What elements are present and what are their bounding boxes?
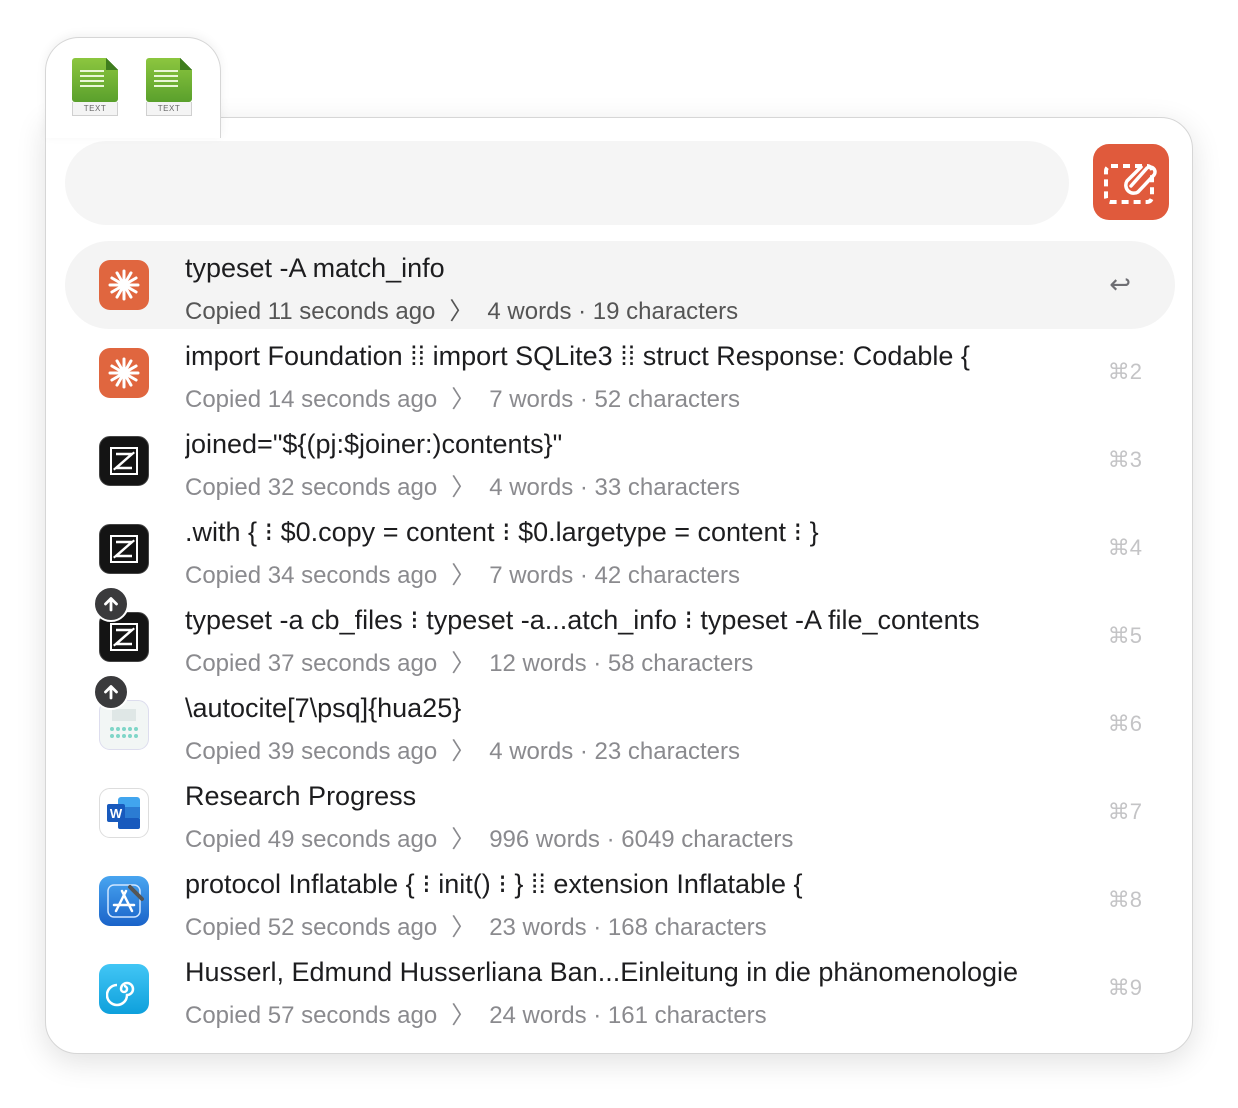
claude-icon: [99, 260, 149, 310]
copied-time: Copied 32 seconds ago: [185, 474, 438, 501]
clip-stats: 4 words · 33 characters: [489, 474, 740, 501]
clip-title: typeset -a cb_files ⁝ typeset -a...atch_…: [185, 605, 980, 635]
text-document-icon[interactable]: TEXT: [72, 58, 118, 116]
return-key-icon: ↩: [1109, 269, 1131, 299]
paste-action-button[interactable]: [1093, 144, 1169, 220]
chevron-right-icon: 〉: [451, 562, 476, 589]
clipboard-row[interactable]: \autocite[7\psq]{hua25} Copied 39 seconds…: [65, 674, 1175, 769]
clip-meta: Copied 14 seconds ago 〉 7 words · 52 chara…: [185, 379, 740, 414]
clipboard-row[interactable]: protocol Inflatable { ⁝ init() ⁝ } ⁞⁞ ex…: [65, 857, 1175, 945]
clip-meta: Copied 37 seconds ago 〉 12 words · 58 char…: [185, 643, 753, 678]
keyboard-shortcut: ⌘9: [1107, 975, 1142, 1000]
keyboard-shortcut: ⌘3: [1107, 447, 1142, 472]
clip-meta: Copied 39 seconds ago 〉 4 words · 23 chara…: [185, 731, 740, 766]
clipboard-row[interactable]: typeset -A match_info Copied 11 seconds a…: [65, 241, 1175, 329]
clip-stats: 7 words · 52 characters: [489, 386, 740, 413]
clipboard-list: typeset -A match_info Copied 11 seconds a…: [65, 241, 1175, 1033]
clipboard-row[interactable]: W Research Progress Copied 49 seconds ago 〉…: [65, 769, 1175, 857]
clip-stats: 4 words · 23 characters: [489, 738, 740, 765]
file-preview-tab: TEXT TEXT: [45, 37, 221, 138]
copied-time: Copied 52 seconds ago: [185, 914, 438, 941]
keyboard-shortcut: ⌘5: [1107, 623, 1142, 648]
keyboard-shortcut: ⌘8: [1107, 887, 1142, 912]
chevron-right-icon: 〉: [451, 650, 476, 677]
xcode-icon: [99, 876, 149, 926]
clip-title: import Foundation ⁞⁞ import SQLite3 ⁞⁞ s…: [185, 341, 970, 371]
copied-time: Copied 14 seconds ago: [185, 386, 438, 413]
clip-title: Research Progress: [185, 781, 417, 811]
clip-title: typeset -A match_info: [185, 253, 445, 283]
copied-time: Copied 39 seconds ago: [185, 738, 438, 765]
clip-meta: Copied 57 seconds ago 〉 24 words · 161 cha…: [185, 995, 767, 1030]
copied-time: Copied 34 seconds ago: [185, 562, 438, 589]
file-type-label: TEXT: [146, 102, 192, 116]
clip-title: \autocite[7\psq]{hua25}: [185, 693, 462, 723]
arrow-up-icon: [93, 674, 129, 710]
chevron-right-icon: 〉: [451, 474, 476, 501]
text-document-icon[interactable]: TEXT: [146, 58, 192, 116]
svg-text:W: W: [110, 806, 123, 821]
nautilus-notes-icon: [99, 964, 149, 1014]
clip-title: joined="${(pj:$joiner:)contents}": [185, 429, 563, 459]
clipboard-row[interactable]: joined="${(pj:$joiner:)contents}" Copied …: [65, 417, 1175, 505]
arrow-up-icon: [93, 586, 129, 622]
chevron-right-icon: 〉: [451, 1002, 476, 1029]
keyboard-shortcut: ⌘4: [1107, 535, 1142, 560]
clip-stats: 7 words · 42 characters: [489, 562, 740, 589]
word-icon: W: [99, 788, 149, 838]
search-input[interactable]: [65, 141, 1069, 225]
chevron-right-icon: 〉: [451, 738, 476, 765]
keyboard-shortcut: ⌘7: [1107, 799, 1142, 824]
chevron-right-icon: 〉: [451, 386, 476, 413]
clipboard-history-panel: typeset -A match_info Copied 11 seconds a…: [45, 117, 1193, 1054]
keyboard-shortcut: ⌘2: [1107, 359, 1142, 384]
clip-title: .with { ⁝ $0.copy = content ⁝ $0.largety…: [185, 517, 819, 547]
clip-title: protocol Inflatable { ⁝ init() ⁝ } ⁞⁞ ex…: [185, 869, 803, 899]
file-type-label: TEXT: [72, 102, 118, 116]
clip-meta: Copied 34 seconds ago 〉 7 words · 42 chara…: [185, 555, 740, 590]
clipboard-row[interactable]: Husserl, Edmund Husserliana Ban...Einlei…: [65, 945, 1175, 1033]
chevron-right-icon: 〉: [451, 914, 476, 941]
clip-meta: Copied 52 seconds ago 〉 23 words · 168 cha…: [185, 907, 767, 942]
clip-stats: 23 words · 168 characters: [489, 914, 767, 941]
chevron-right-icon: 〉: [451, 826, 476, 853]
clipboard-row[interactable]: .with { ⁝ $0.copy = content ⁝ $0.largety…: [65, 505, 1175, 593]
chevron-right-icon: 〉: [449, 298, 474, 325]
zed-icon: [99, 524, 149, 574]
copied-time: Copied 11 seconds ago: [185, 298, 436, 325]
copied-time: Copied 57 seconds ago: [185, 1002, 438, 1029]
clipboard-row[interactable]: typeset -a cb_files ⁝ typeset -a...atch_…: [65, 586, 1175, 681]
clipboard-row[interactable]: import Foundation ⁞⁞ import SQLite3 ⁞⁞ s…: [65, 329, 1175, 417]
claude-icon: [99, 348, 149, 398]
clip-title: Husserl, Edmund Husserliana Ban...Einlei…: [185, 957, 1019, 987]
clip-meta: Copied 11 seconds ago 〉 4 words · 19 chara…: [185, 291, 738, 326]
clip-meta: Copied 32 seconds ago 〉 4 words · 33 chara…: [185, 467, 740, 502]
clip-stats: 996 words · 6049 characters: [489, 826, 794, 853]
copied-time: Copied 37 seconds ago: [185, 650, 438, 677]
keyboard-shortcut: ⌘6: [1107, 711, 1142, 736]
clipboard-paste-icon: [1104, 164, 1157, 204]
copied-time: Copied 49 seconds ago: [185, 826, 438, 853]
zed-icon: [99, 436, 149, 486]
clip-stats: 12 words · 58 characters: [489, 650, 754, 677]
clip-stats: 4 words · 19 characters: [487, 298, 739, 325]
clip-stats: 24 words · 161 characters: [489, 1002, 767, 1029]
clip-meta: Copied 49 seconds ago 〉 996 words · 6049 c…: [185, 819, 793, 854]
